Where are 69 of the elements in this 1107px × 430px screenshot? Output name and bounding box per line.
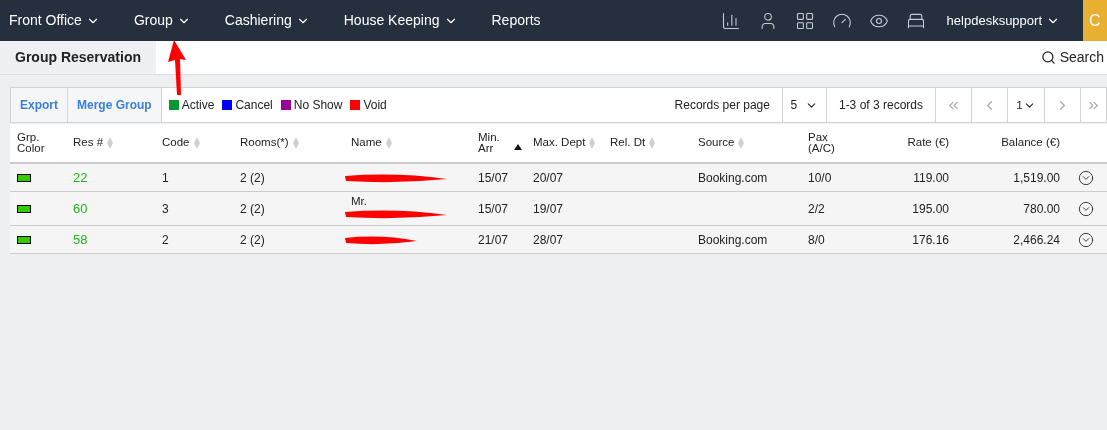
- expand-icon[interactable]: [1078, 231, 1094, 248]
- expand-icon[interactable]: [1078, 200, 1094, 217]
- sort-icon[interactable]: [193, 137, 200, 149]
- sort-icon[interactable]: [107, 137, 114, 149]
- table-cell: 2/2: [808, 201, 825, 216]
- nav-menu[interactable]: Group: [133, 10, 191, 31]
- table-cell-text: Mr.: [351, 194, 367, 209]
- column-header[interactable]: Res #: [73, 134, 104, 152]
- table-cell: 780.00: [1023, 201, 1060, 216]
- legend-label: No Show: [293, 97, 343, 114]
- per-page-select[interactable]: 5: [781, 88, 826, 122]
- sort-icon[interactable]: [589, 137, 596, 149]
- nav-menu[interactable]: Cashiering: [224, 10, 310, 31]
- column-header[interactable]: Rate (€): [907, 134, 949, 152]
- nav-menu[interactable]: House Keeping: [343, 10, 458, 31]
- expand-icon[interactable]: [1078, 169, 1094, 186]
- tab[interactable]: Group Reservation: [0, 41, 157, 74]
- sort-icon[interactable]: [385, 137, 392, 149]
- column-header[interactable]: Rel. Dt: [610, 134, 646, 152]
- toolbar-button[interactable]: Export: [11, 88, 68, 122]
- legend-label: Active: [181, 97, 215, 114]
- table-cell: 8/0: [808, 232, 825, 247]
- table-cell: 15/07: [478, 201, 509, 216]
- table-cell: 3: [162, 201, 169, 216]
- table-cell: 1,519.00: [1013, 170, 1060, 185]
- table-cell: 15/07: [478, 170, 509, 185]
- records-per-page-label: Records per page: [674, 97, 771, 114]
- table-cell: 19/07: [533, 201, 564, 216]
- grid-icon[interactable]: [794, 10, 815, 31]
- table-cell: Booking.com: [698, 170, 768, 185]
- table-cell: 20/07: [533, 170, 564, 185]
- sort-icon[interactable]: [649, 137, 656, 149]
- column-header[interactable]: Min. Arr: [478, 132, 510, 154]
- table-cell: 2: [162, 232, 169, 247]
- column-header[interactable]: Source: [698, 134, 735, 152]
- column-header[interactable]: Rooms(*): [240, 134, 289, 152]
- nav-menu[interactable]: Reports: [491, 10, 541, 31]
- page-select[interactable]: 1: [1007, 88, 1044, 122]
- table-cell: 2 (2): [240, 201, 265, 216]
- table-cell: Booking.com: [698, 232, 768, 247]
- table-cell: 195.00: [912, 201, 949, 216]
- column-header[interactable]: Code: [162, 134, 190, 152]
- legend-label: Void: [363, 97, 387, 114]
- search-button[interactable]: Search: [1040, 41, 1107, 74]
- records-count: 1-3 of 3 records: [825, 88, 935, 122]
- table-cell: 119.00: [913, 170, 949, 185]
- sort-icon[interactable]: [292, 137, 299, 149]
- chart-icon[interactable]: [720, 10, 741, 31]
- table-cell: 28/07: [533, 232, 564, 247]
- column-header[interactable]: Pax (A/C): [808, 132, 840, 154]
- column-header[interactable]: Name: [351, 134, 382, 152]
- column-header[interactable]: Grp. Color: [17, 132, 49, 154]
- table-cell: 2,466.24: [1013, 232, 1060, 247]
- annotation-arrow: [166, 40, 188, 96]
- table-cell: 2 (2): [240, 170, 265, 185]
- table-cell: 21/07: [478, 232, 509, 247]
- table-cell: 176.16: [912, 232, 949, 247]
- table-cell: 10/0: [808, 170, 832, 185]
- search-icon: [1040, 50, 1056, 65]
- sort-icon[interactable]: [738, 137, 745, 149]
- nav-menu[interactable]: Front Office: [9, 10, 100, 31]
- table-cell: 2 (2): [240, 232, 265, 247]
- user-menu[interactable]: helpdesksupport: [946, 10, 1060, 31]
- column-header[interactable]: Max. Dept: [533, 134, 586, 152]
- table-cell: 1: [162, 170, 169, 185]
- toolbar-button[interactable]: Merge Group: [68, 88, 162, 122]
- sort-ascending-icon[interactable]: [514, 144, 522, 150]
- legend-label: Cancel: [235, 97, 273, 114]
- column-header[interactable]: Balance (€): [1001, 134, 1060, 152]
